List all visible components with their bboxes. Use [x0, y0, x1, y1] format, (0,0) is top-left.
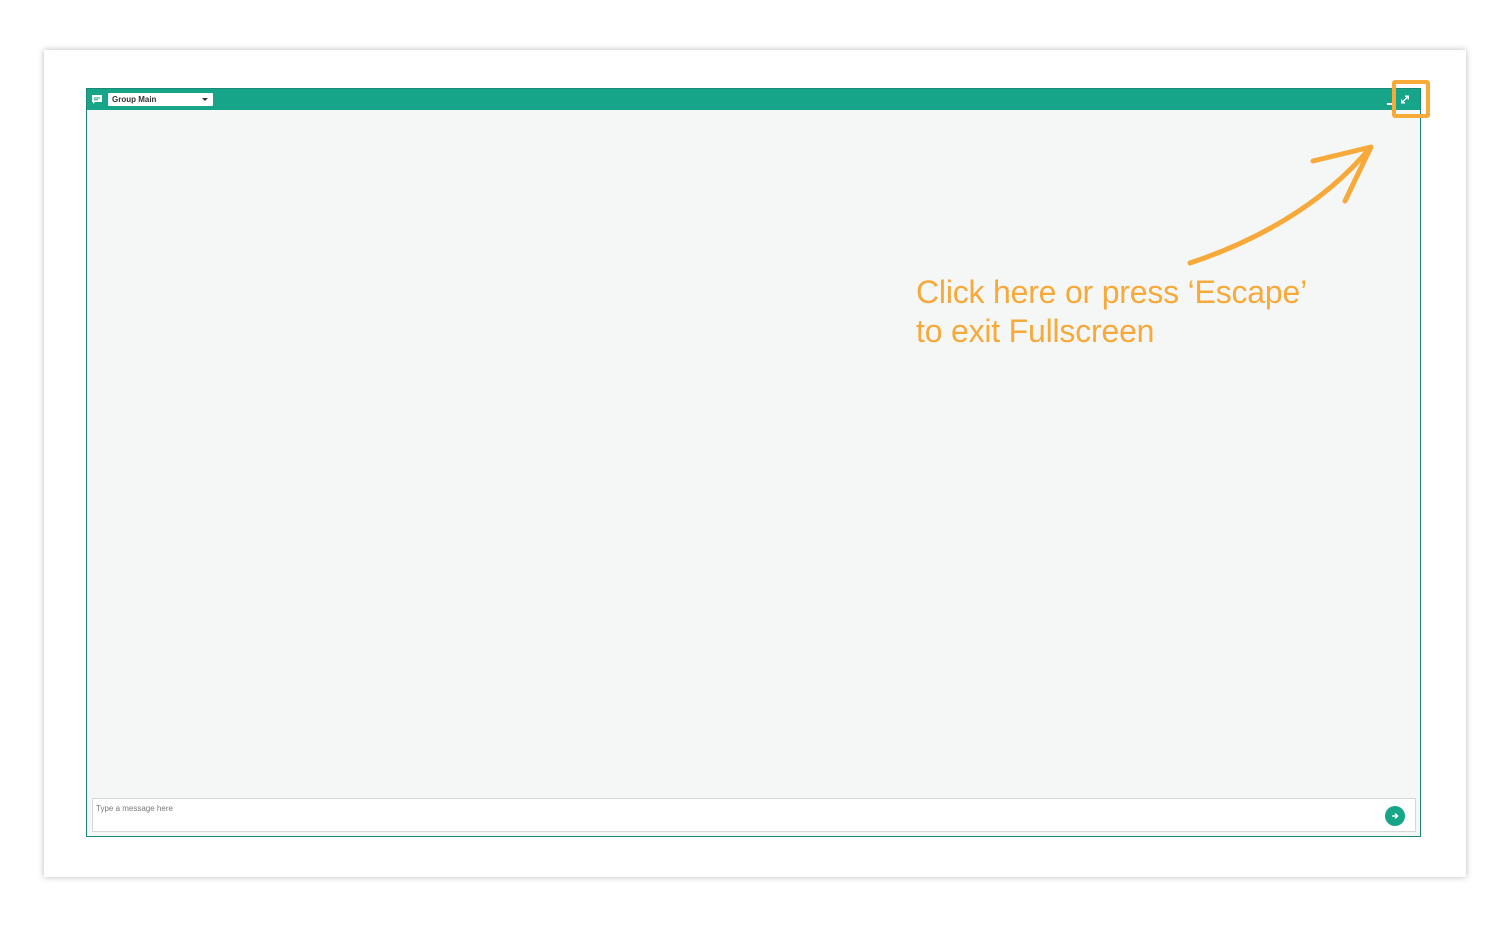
- group-select[interactable]: Group Main: [108, 93, 213, 106]
- annotation-text: Click here or press ‘Escape’ to exit Ful…: [916, 273, 1336, 351]
- message-composer: [92, 798, 1416, 832]
- chat-titlebar: Group Main: [87, 89, 1420, 110]
- caret-down-icon: [202, 98, 208, 101]
- annotation-line-2: to exit Fullscreen: [916, 313, 1155, 349]
- annotation-arrow-icon: [1187, 144, 1374, 266]
- group-select-value: Group Main: [112, 95, 157, 104]
- chat-bubble-icon: [92, 95, 102, 104]
- message-input[interactable]: [96, 801, 1366, 815]
- fullscreen-button-highlight: [1392, 80, 1430, 118]
- send-button[interactable]: [1385, 806, 1405, 826]
- send-arrow-icon: [1392, 813, 1399, 819]
- annotation-line-1: Click here or press ‘Escape’: [916, 274, 1307, 310]
